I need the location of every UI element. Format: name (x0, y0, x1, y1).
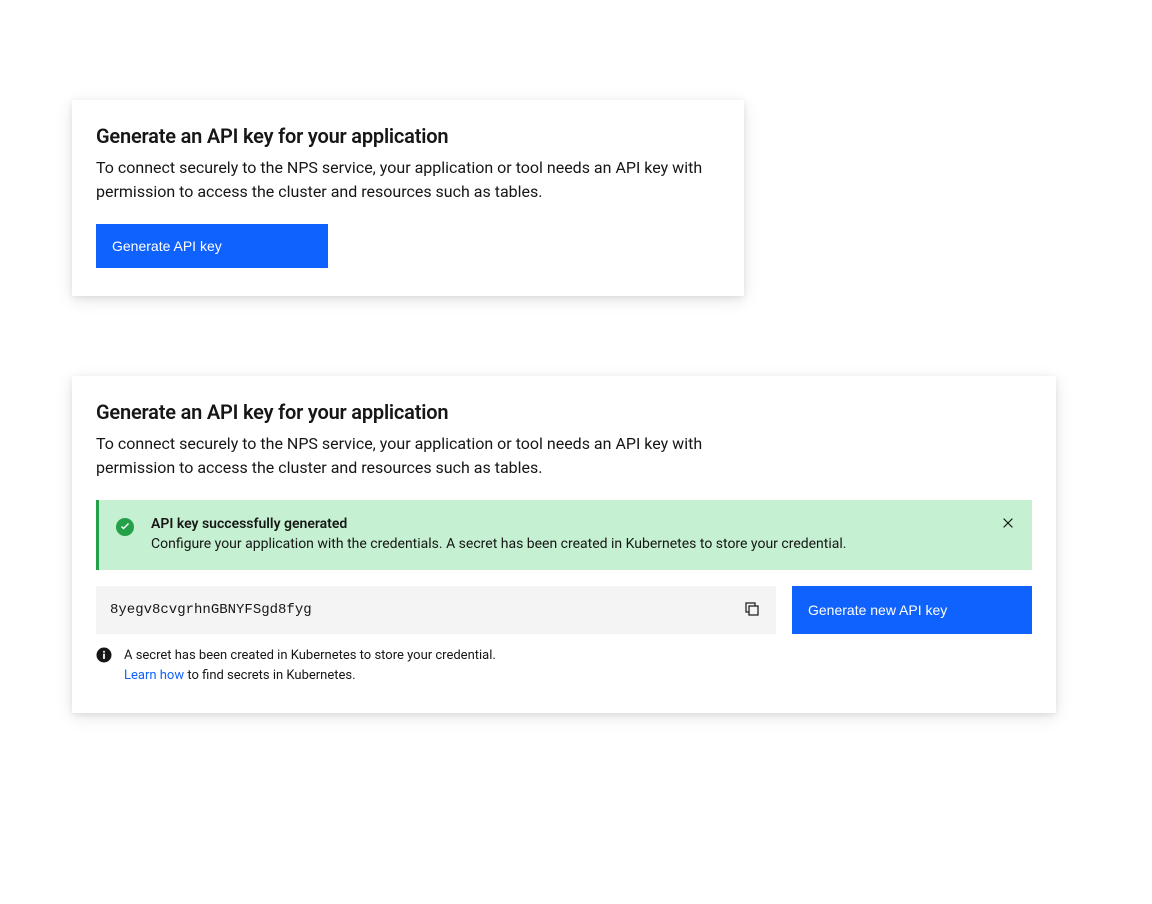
card-title: Generate an API key for your application (96, 124, 720, 148)
close-icon (1001, 516, 1015, 533)
card-description: To connect securely to the NPS service, … (96, 156, 716, 204)
close-notification-button[interactable] (998, 514, 1018, 534)
notification-title: API key successfully generated (151, 516, 1016, 532)
api-key-row: 8yegv8cvgrhnGBNYFSgd8fyg Generate new AP… (96, 586, 1032, 634)
api-key-field: 8yegv8cvgrhnGBNYFSgd8fyg (96, 586, 776, 634)
notification-body: Configure your application with the cred… (151, 534, 1016, 554)
checkmark-filled-icon (115, 517, 135, 537)
success-notification: API key successfully generated Configure… (96, 500, 1032, 570)
copy-api-key-button[interactable] (742, 600, 762, 620)
api-key-value: 8yegv8cvgrhnGBNYFSgd8fyg (110, 602, 312, 618)
generate-api-key-card-success: Generate an API key for your application… (72, 376, 1056, 713)
generate-api-key-button[interactable]: Generate API key (96, 224, 328, 268)
generate-new-api-key-button[interactable]: Generate new API key (792, 586, 1032, 634)
card-description: To connect securely to the NPS service, … (96, 432, 716, 480)
info-helper-text: A secret has been created in Kubernetes … (96, 646, 1032, 685)
information-filled-icon (96, 647, 112, 663)
info-text-container: A secret has been created in Kubernetes … (124, 646, 496, 685)
info-text-line2: to find secrets in Kubernetes. (184, 668, 355, 683)
notification-content: API key successfully generated Configure… (151, 516, 1016, 554)
copy-icon (744, 601, 760, 620)
learn-how-link[interactable]: Learn how (124, 668, 184, 683)
generate-api-key-card-initial: Generate an API key for your application… (72, 100, 744, 296)
info-text-line1: A secret has been created in Kubernetes … (124, 648, 496, 663)
card-title: Generate an API key for your application (96, 400, 1032, 424)
